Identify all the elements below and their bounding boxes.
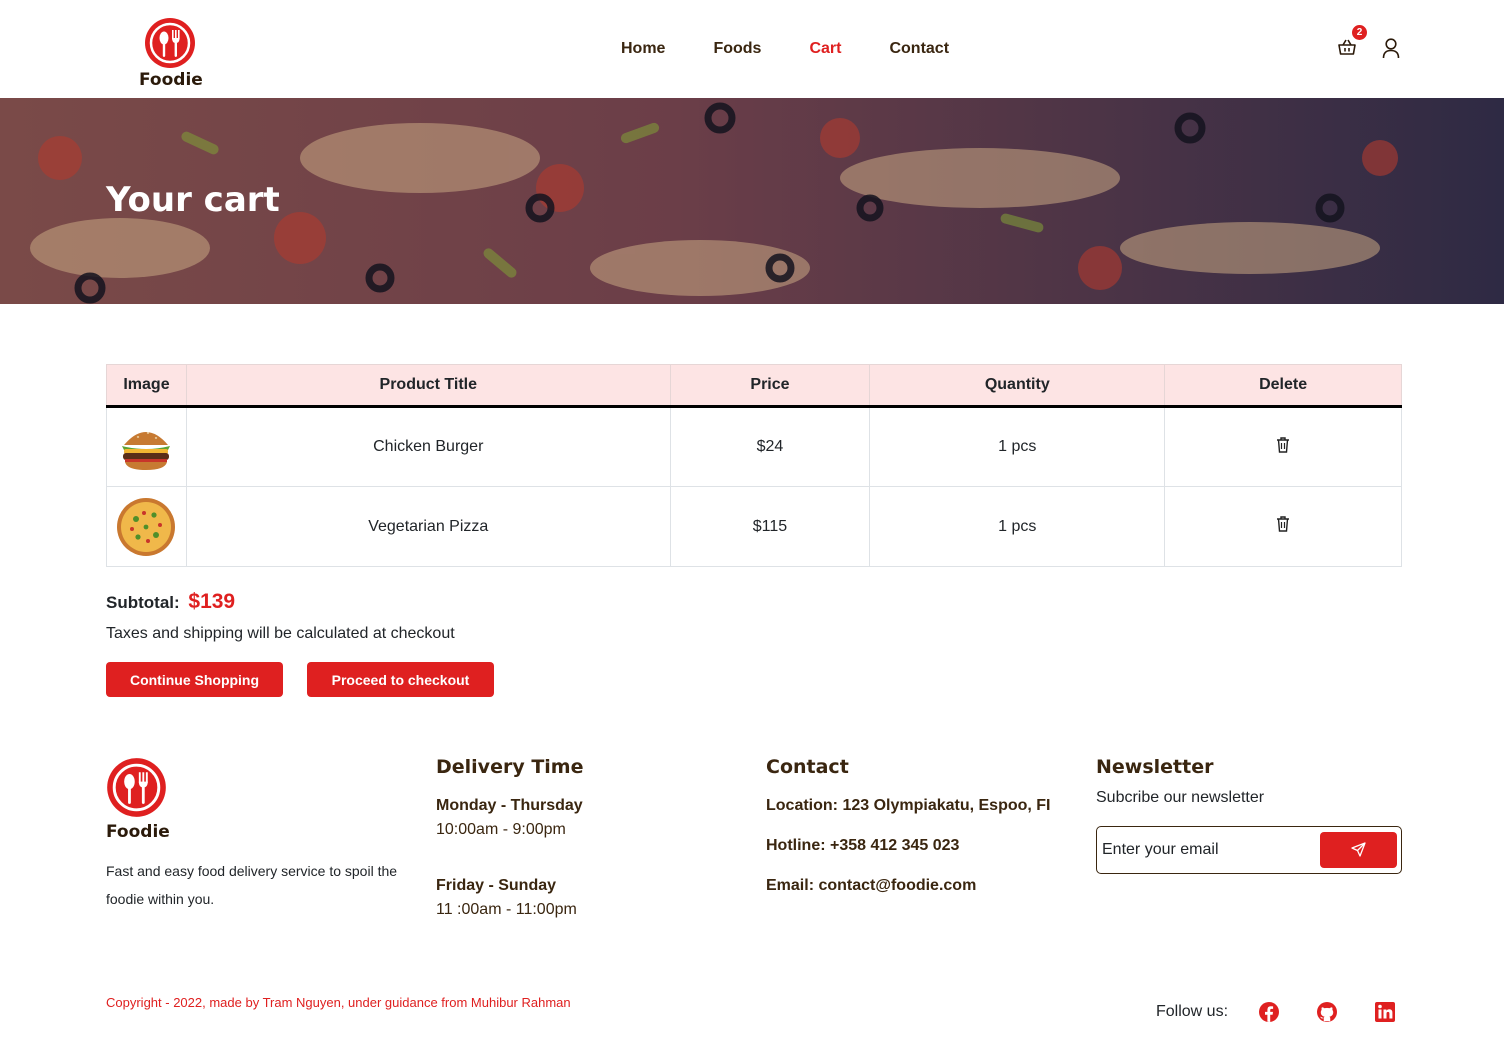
facebook-icon[interactable] bbox=[1258, 1001, 1280, 1023]
delivery-time-heading: Delivery Time bbox=[436, 756, 584, 778]
header-image: Image bbox=[106, 364, 187, 408]
copyright-text: Copyright - 2022, made by Tram Nguyen, u… bbox=[106, 995, 571, 1010]
delivery-days: Monday - Thursday bbox=[436, 797, 583, 814]
product-quantity-cell: 1 pcs bbox=[869, 486, 1166, 567]
product-price-cell: $24 bbox=[669, 406, 871, 487]
table-header-row: Image Product Title Price Quantity Delet… bbox=[106, 364, 1402, 408]
newsletter-heading: Newsletter bbox=[1096, 756, 1214, 778]
subtotal-label: Subtotal: bbox=[106, 593, 180, 612]
contact-hotline: Hotline: +358 412 345 023 bbox=[766, 837, 960, 854]
hero-banner: Your cart bbox=[0, 98, 1504, 304]
product-title-cell: Vegetarian Pizza bbox=[185, 486, 671, 567]
product-image-cell bbox=[106, 406, 187, 487]
contact-location: Location: 123 Olympiakatu, Espoo, FI bbox=[766, 797, 1051, 814]
table-row: Chicken Burger $24 1 pcs bbox=[106, 406, 1402, 487]
follow-us-label: Follow us: bbox=[1156, 1003, 1229, 1020]
product-title-cell: Chicken Burger bbox=[185, 406, 671, 487]
header-price: Price bbox=[669, 364, 871, 408]
header-quantity: Quantity bbox=[869, 364, 1166, 408]
header-delete: Delete bbox=[1164, 364, 1402, 408]
foodie-logo-icon bbox=[145, 18, 195, 68]
proceed-to-checkout-button[interactable]: Proceed to checkout bbox=[307, 662, 494, 697]
newsletter-subtitle: Subcribe our newsletter bbox=[1096, 789, 1265, 806]
contact-email: Email: contact@foodie.com bbox=[766, 877, 977, 894]
delivery-hours: 11 :00am - 11:00pm bbox=[436, 901, 577, 918]
page-title: Your cart bbox=[106, 180, 280, 220]
product-price-cell: $115 bbox=[669, 486, 871, 567]
site-header: Foodie Home Foods Cart Contact 2 bbox=[0, 0, 1504, 98]
user-icon[interactable] bbox=[1381, 37, 1401, 59]
table-row: Vegetarian Pizza $115 1 pcs bbox=[106, 486, 1402, 567]
delivery-days: Friday - Sunday bbox=[436, 877, 557, 894]
header-product-title: Product Title bbox=[185, 364, 671, 408]
foodie-logo-icon bbox=[107, 758, 166, 817]
nav-cart[interactable]: Cart bbox=[809, 40, 841, 58]
delete-cell bbox=[1164, 406, 1402, 487]
tax-note: Taxes and shipping will be calculated at… bbox=[106, 625, 455, 642]
newsletter-email-input[interactable] bbox=[1102, 837, 1312, 863]
cart-table: Image Product Title Price Quantity Delet… bbox=[106, 364, 1402, 567]
chicken-burger-image bbox=[122, 432, 171, 470]
github-icon[interactable] bbox=[1316, 1001, 1338, 1023]
shopping-basket-icon[interactable] bbox=[1336, 36, 1358, 58]
continue-shopping-button[interactable]: Continue Shopping bbox=[106, 662, 283, 697]
newsletter-submit-button[interactable] bbox=[1320, 832, 1397, 868]
header-logo[interactable]: Foodie bbox=[139, 17, 203, 90]
vegetarian-pizza-image bbox=[117, 497, 176, 556]
brand-name: Foodie bbox=[139, 70, 203, 90]
subtotal-value: $139 bbox=[188, 590, 236, 613]
nav-contact[interactable]: Contact bbox=[889, 40, 949, 58]
linkedin-icon[interactable] bbox=[1374, 1001, 1396, 1023]
delete-cell bbox=[1164, 486, 1402, 567]
subtotal: Subtotal: $139 bbox=[106, 590, 235, 614]
footer-logo[interactable]: Foodie bbox=[106, 757, 170, 842]
nav-home[interactable]: Home bbox=[621, 40, 665, 58]
newsletter-form bbox=[1096, 826, 1402, 874]
product-quantity-cell: 1 pcs bbox=[869, 406, 1166, 487]
cart-count-badge: 2 bbox=[1352, 25, 1367, 40]
trash-icon[interactable] bbox=[1276, 516, 1290, 532]
product-image-cell bbox=[106, 486, 187, 567]
send-icon bbox=[1351, 842, 1366, 857]
delivery-hours: 10:00am - 9:00pm bbox=[436, 821, 566, 838]
nav-foods[interactable]: Foods bbox=[713, 40, 761, 58]
footer-brand-name: Foodie bbox=[106, 822, 170, 842]
contact-heading: Contact bbox=[766, 756, 849, 778]
footer-description: Fast and easy food delivery service to s… bbox=[106, 863, 398, 907]
main-nav: Home Foods Cart Contact bbox=[621, 40, 949, 58]
trash-icon[interactable] bbox=[1276, 436, 1290, 453]
